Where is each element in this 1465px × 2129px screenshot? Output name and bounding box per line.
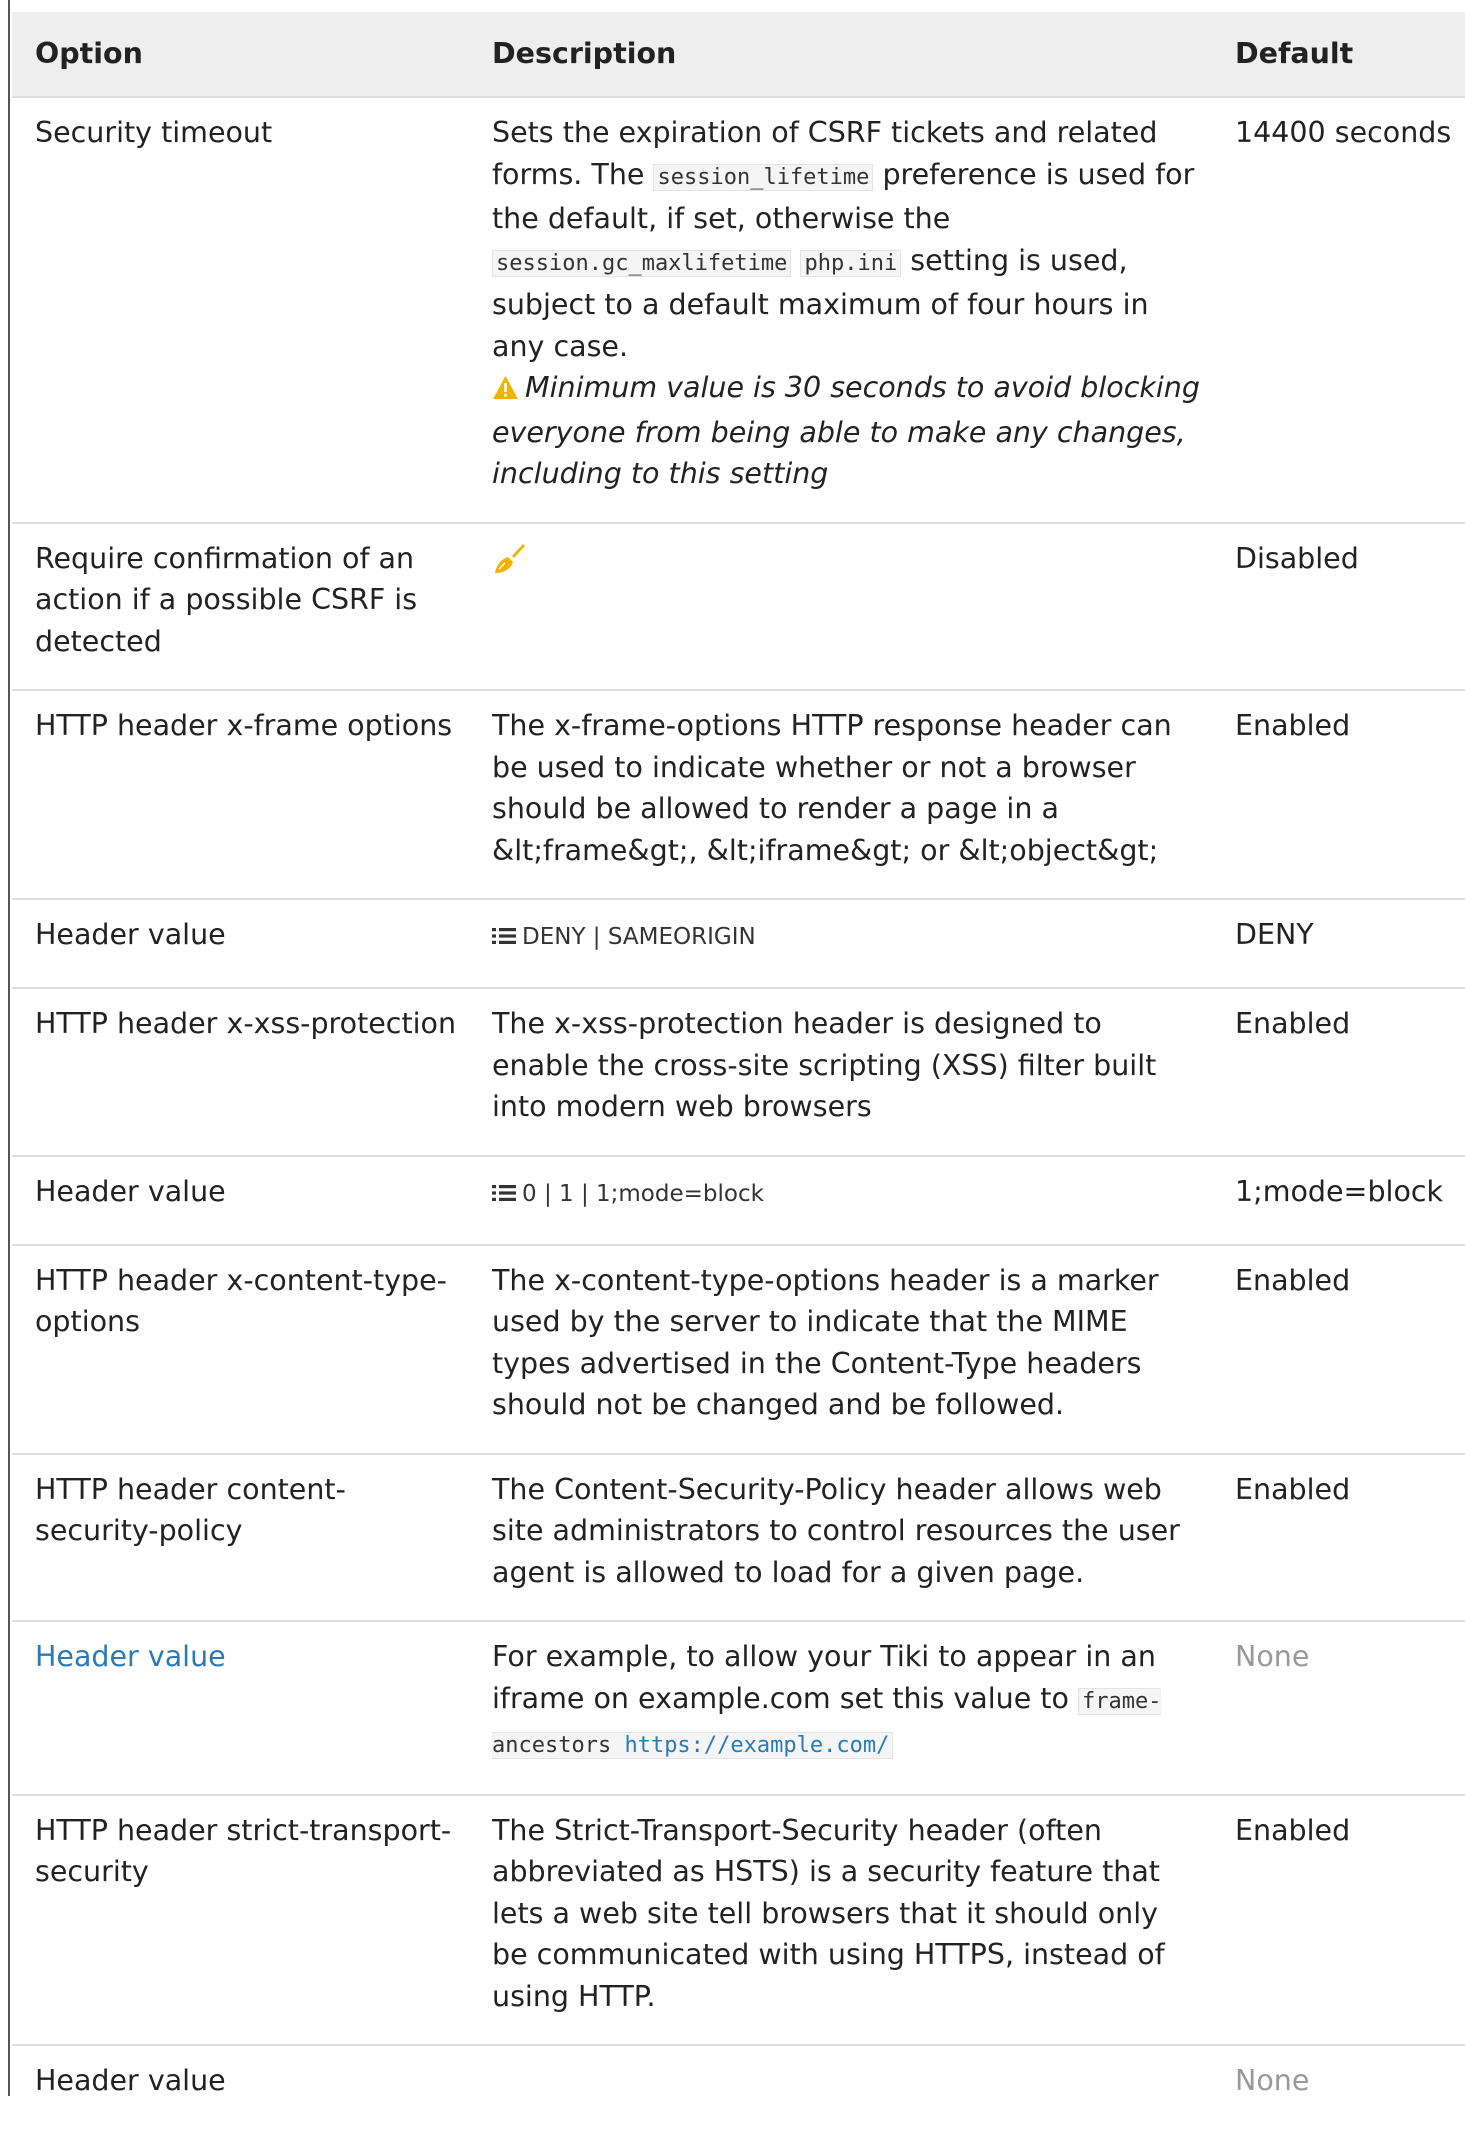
default-cell: DENY [1214, 898, 1465, 988]
description-cell: DENY | SAMEORIGIN [470, 898, 1214, 988]
brush-icon [492, 542, 526, 588]
header-row: Option Description Default [12, 12, 1465, 98]
column-header-default: Default [1214, 12, 1465, 98]
warning-note: Minimum value is 30 seconds to avoid blo… [492, 371, 1200, 490]
warning-text: Minimum value is 30 seconds to avoid blo… [492, 371, 1200, 490]
preferences-table: Option Description Default Security time… [12, 12, 1465, 2129]
list-icon [492, 1176, 516, 1217]
table-row: Security timeout Sets the expiration of … [12, 97, 1465, 523]
column-header-description: Description [470, 12, 1214, 98]
default-cell: Disabled [1214, 521, 1465, 690]
left-border-rule [8, 0, 10, 2096]
example-url-link[interactable]: https://example.com/ [624, 1733, 889, 1758]
default-cell: 1;mode=block [1214, 1154, 1465, 1245]
description-cell [470, 2044, 1214, 2129]
description-cell: The x-frame-options HTTP response header… [470, 689, 1214, 899]
description-cell: The x-content-type-options header is a m… [470, 1243, 1214, 1454]
option-cell: Header value [12, 2044, 470, 2129]
table-row: HTTP header x-content-type-options The x… [12, 1243, 1465, 1454]
description-cell: The Strict-Transport-Security header (of… [470, 1793, 1214, 2045]
option-cell: Header value [12, 1154, 470, 1245]
description-cell: The x-xss-protection header is designed … [470, 987, 1214, 1156]
description-text: For example, to allow your Tiki to appea… [492, 1640, 1156, 1715]
option-link-header-value[interactable]: Header value [12, 1620, 470, 1795]
options-list: DENY | SAMEORIGIN [492, 924, 756, 950]
description-cell: 0 | 1 | 1;mode=block [470, 1154, 1214, 1245]
table-row: Header value 0 | 1 | 1;mode=block 1;mode… [12, 1154, 1465, 1245]
table-row: Header value DENY | SAMEORIGIN DENY [12, 898, 1465, 988]
description-cell: The Content-Security-Policy header allow… [470, 1452, 1214, 1621]
option-cell: HTTP header x-xss-protection [12, 987, 470, 1156]
option-cell: HTTP header strict-transport-security [12, 1793, 470, 2045]
option-cell: HTTP header content-security-policy [12, 1452, 470, 1621]
table-header: Option Description Default [12, 12, 1465, 98]
option-cell: HTTP header x-frame options [12, 689, 470, 899]
options-list: 0 | 1 | 1;mode=block [492, 1181, 764, 1207]
list-icon [492, 919, 516, 960]
table-row: HTTP header content-security-policy The … [12, 1452, 1465, 1621]
default-cell: Enabled [1214, 1452, 1465, 1621]
default-cell: Enabled [1214, 1793, 1465, 2045]
default-cell: None [1214, 2044, 1465, 2129]
default-cell: None [1214, 1620, 1465, 1795]
option-cell: Security timeout [35, 116, 273, 149]
code-php-ini: php.ini [800, 249, 902, 277]
description-cell: For example, to allow your Tiki to appea… [470, 1620, 1214, 1795]
default-cell: Enabled [1214, 689, 1465, 899]
table-row: Header value For example, to allow your … [12, 1620, 1465, 1795]
option-cell: Header value [12, 898, 470, 988]
default-cell: 14400 seconds [1235, 116, 1452, 149]
default-cell: Enabled [1214, 1243, 1465, 1454]
description-cell: Sets the expiration of CSRF tickets and … [470, 97, 1214, 523]
table-row: HTTP header strict-transport-security Th… [12, 1793, 1465, 2045]
code-session-gc-maxlifetime: session.gc_maxlifetime [492, 249, 792, 277]
options-text: DENY | SAMEORIGIN [522, 924, 756, 950]
description-cell [470, 521, 1214, 690]
column-header-option: Option [12, 12, 470, 98]
options-text: 0 | 1 | 1;mode=block [522, 1180, 764, 1207]
option-cell: Require confirmation of an action if a p… [12, 521, 470, 690]
code-session-lifetime: session_lifetime [653, 163, 874, 191]
table-body: Security timeout Sets the expiration of … [12, 97, 1465, 2129]
default-cell: Enabled [1214, 987, 1465, 1156]
table-row: Header value None [12, 2044, 1465, 2129]
table-row: HTTP header x-xss-protection The x-xss-p… [12, 987, 1465, 1156]
option-cell: HTTP header x-content-type-options [12, 1243, 470, 1454]
warning-icon [492, 370, 519, 412]
table-row: Require confirmation of an action if a p… [12, 521, 1465, 690]
table-row: HTTP header x-frame options The x-frame-… [12, 689, 1465, 899]
